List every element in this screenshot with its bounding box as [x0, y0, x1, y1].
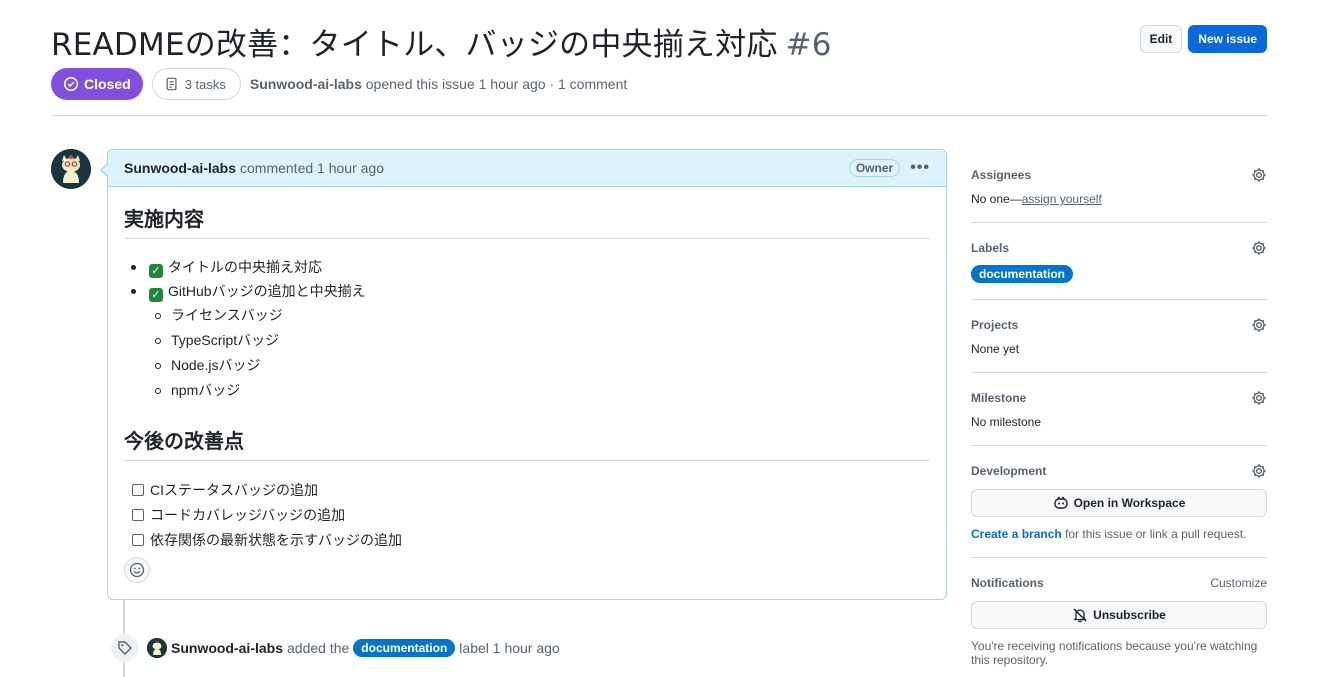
- event-action: added the: [287, 640, 350, 656]
- open-in-workspace-button[interactable]: Open in Workspace: [971, 489, 1267, 517]
- comment-header: Sunwood-ai-labs commented 1 hour ago Own…: [108, 150, 946, 187]
- edit-button[interactable]: Edit: [1139, 25, 1183, 53]
- smiley-icon: [129, 562, 145, 578]
- issue-meta-text: opened this issue 1 hour ago · 1 comment: [365, 76, 628, 92]
- milestone-title: Milestone: [971, 391, 1027, 405]
- tag-icon: [118, 641, 132, 655]
- unsubscribe-label: Unsubscribe: [1093, 608, 1166, 622]
- done-list: ✓ タイトルの中央揃え対応 ✓ GitHubバッジの追加と中央揃え ライセンスバッジ…: [124, 255, 930, 403]
- event-author[interactable]: Sunwood-ai-labs: [171, 640, 283, 656]
- notifications-title: Notifications: [971, 576, 1044, 590]
- bell-slash-icon: [1073, 608, 1087, 623]
- labels-title: Labels: [971, 241, 1010, 255]
- add-reaction-button[interactable]: [124, 557, 150, 583]
- projects-section: Projects None yet: [971, 300, 1267, 373]
- tasks-count: 3 tasks: [184, 76, 226, 92]
- status-badge: Closed: [51, 68, 143, 100]
- comment-time[interactable]: commented 1 hour ago: [240, 160, 384, 176]
- create-branch-link[interactable]: Create a branch: [971, 527, 1062, 541]
- gear-icon[interactable]: [1251, 317, 1267, 333]
- owner-badge: Owner: [848, 159, 901, 177]
- status-label: Closed: [84, 76, 131, 92]
- issue-sidebar: Assignees No one—assign yourself Labels …: [971, 149, 1267, 677]
- customize-link[interactable]: Customize: [1210, 576, 1267, 590]
- issue-title-text: READMEの改善：タイトル、バッジの中央揃え対応: [51, 26, 778, 63]
- issue-author-link[interactable]: Sunwood-ai-labs: [250, 76, 362, 92]
- header-divider: [51, 115, 1267, 116]
- copilot-icon: [1053, 496, 1068, 509]
- heading-done: 実施内容: [124, 203, 930, 239]
- todo-list: CIステータスバッジの追加 コードカバレッジバッジの追加 依存関係の最新状態を示…: [124, 478, 930, 553]
- check-circle-icon: [63, 76, 79, 92]
- milestone-value: No milestone: [971, 415, 1042, 429]
- tag-icon-badge: [111, 634, 139, 662]
- list-item: ライセンスバッジ: [149, 303, 930, 328]
- assign-yourself-link[interactable]: assign yourself: [1022, 192, 1102, 206]
- issue-comment: Sunwood-ai-labs commented 1 hour ago Own…: [100, 149, 947, 600]
- unsubscribe-button[interactable]: Unsubscribe: [971, 601, 1267, 629]
- event-suffix: label 1 hour ago: [459, 640, 560, 656]
- issue-title: READMEの改善：タイトル、バッジの中央揃え対応 #6: [51, 19, 832, 64]
- task-label: 依存関係の最新状態を示すバッジの追加: [150, 532, 402, 548]
- task-label: コードカバレッジバッジの追加: [150, 507, 346, 523]
- sub-item-label: ライセンスバッジ: [171, 307, 283, 323]
- gear-icon[interactable]: [1251, 390, 1267, 406]
- sub-item-label: npmバッジ: [171, 382, 241, 398]
- comment-menu-icon[interactable]: •••: [910, 159, 930, 177]
- cat-avatar-icon: [51, 149, 91, 189]
- gear-icon[interactable]: [1251, 167, 1267, 183]
- new-issue-button[interactable]: New issue: [1188, 25, 1267, 53]
- list-item: CIステータスバッジの追加: [124, 478, 930, 503]
- unchecked-checkbox[interactable]: [132, 484, 144, 496]
- list-item: コードカバレッジバッジの追加: [124, 503, 930, 528]
- development-note-text: for this issue or link a pull request.: [1061, 527, 1247, 541]
- list-item: ✓ GitHubバッジの追加と中央揃え ライセンスバッジ TypeScriptバッ…: [124, 279, 930, 403]
- issue-header: READMEの改善：タイトル、バッジの中央揃え対応 #6 Edit New iss…: [51, 20, 1267, 100]
- heading-todo: 今後の改善点: [124, 425, 930, 461]
- projects-title: Projects: [971, 318, 1019, 332]
- projects-value: None yet: [971, 342, 1020, 356]
- development-title: Development: [971, 464, 1047, 478]
- issue-meta: Sunwood-ai-labs opened this issue 1 hour…: [250, 76, 627, 92]
- list-item: TypeScriptバッジ: [149, 328, 930, 353]
- unchecked-checkbox[interactable]: [132, 509, 144, 521]
- checklist-icon: [166, 77, 177, 91]
- development-section: Development Open in Workspace Create a b…: [971, 446, 1267, 558]
- cat-avatar-icon: [147, 638, 167, 658]
- sub-item-label: TypeScriptバッジ: [171, 332, 280, 348]
- gear-icon[interactable]: [1251, 463, 1267, 479]
- task-label: タイトルの中央揃え対応: [168, 259, 322, 275]
- sub-item-label: Node.jsバッジ: [171, 357, 261, 373]
- list-item: npmバッジ: [149, 378, 930, 403]
- list-item: 依存関係の最新状態を示すバッジの追加: [124, 528, 930, 553]
- event-avatar[interactable]: [147, 638, 167, 658]
- event-label[interactable]: documentation: [353, 639, 456, 657]
- documentation-label[interactable]: documentation: [971, 265, 1073, 283]
- tasks-button[interactable]: 3 tasks: [151, 68, 241, 100]
- list-item: ✓ タイトルの中央揃え対応: [124, 255, 930, 279]
- assignees-none: No one—: [971, 192, 1022, 206]
- avatar[interactable]: [51, 149, 91, 189]
- checked-checkbox[interactable]: ✓: [149, 288, 163, 302]
- comment-body: 実施内容 ✓ タイトルの中央揃え対応 ✓ GitHubバッジの追加と中央揃え ライセ…: [108, 187, 946, 553]
- label-event: Sunwood-ai-labs added the documentation …: [111, 634, 560, 662]
- sub-list: ライセンスバッジ TypeScriptバッジ Node.jsバッジ npmバッジ: [149, 303, 930, 403]
- milestone-section: Milestone No milestone: [971, 373, 1267, 446]
- issue-number: #6: [785, 26, 832, 63]
- labels-section: Labels documentation: [971, 223, 1267, 300]
- assignees-title: Assignees: [971, 168, 1032, 182]
- unchecked-checkbox[interactable]: [132, 534, 144, 546]
- task-label: GitHubバッジの追加と中央揃え: [168, 283, 366, 299]
- list-item: Node.jsバッジ: [149, 353, 930, 378]
- gear-icon[interactable]: [1251, 240, 1267, 256]
- notifications-section: Notifications Customize Unsubscribe You'…: [971, 558, 1267, 677]
- assignees-value: No one—assign yourself: [971, 192, 1267, 206]
- notifications-note: You're receiving notifications because y…: [971, 639, 1258, 667]
- workspace-label: Open in Workspace: [1073, 496, 1186, 510]
- development-note: Create a branch for this issue or link a…: [971, 527, 1267, 541]
- assignees-section: Assignees No one—assign yourself: [971, 149, 1267, 223]
- checked-checkbox[interactable]: ✓: [149, 264, 163, 278]
- task-label: CIステータスバッジの追加: [150, 482, 318, 498]
- comment-author[interactable]: Sunwood-ai-labs: [124, 160, 236, 176]
